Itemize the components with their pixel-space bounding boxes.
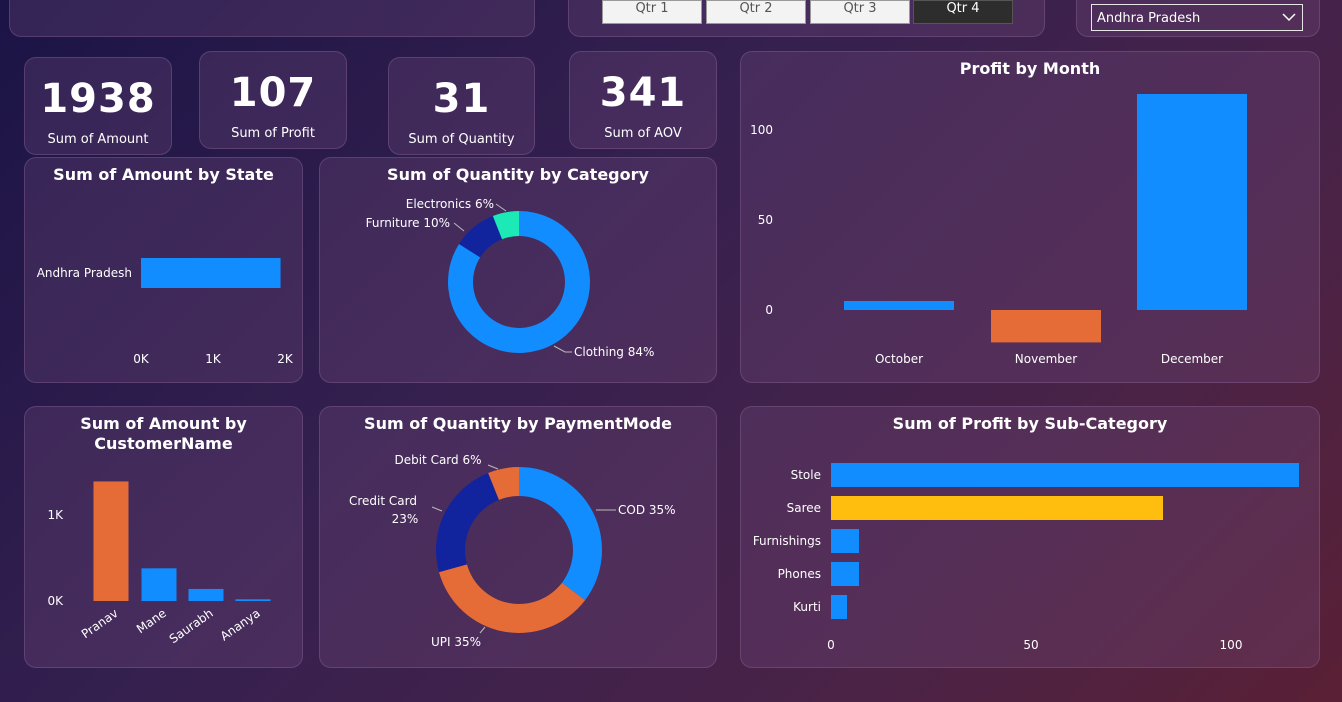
x-tick-label: December xyxy=(1161,352,1223,366)
bar xyxy=(831,595,847,619)
chart-svg: 1K 0K Pranav ManeSaurabh Ananya xyxy=(47,481,271,646)
y-tick-label: 1K xyxy=(47,508,64,522)
bar xyxy=(844,301,954,310)
leader-line xyxy=(487,464,499,470)
category-label: Saree xyxy=(787,501,821,515)
state-dropdown-value: Andhra Pradesh xyxy=(1097,11,1201,26)
slice-label: Electronics 6% xyxy=(406,197,494,211)
donut-slice xyxy=(439,564,586,633)
leader-line xyxy=(431,506,443,512)
y-tick-label: 0K xyxy=(47,594,64,608)
bar xyxy=(141,258,281,288)
bar xyxy=(991,310,1101,343)
slice-label: 23% xyxy=(392,512,419,526)
x-tick-label: 1K xyxy=(205,352,222,366)
x-tick-label: 50 xyxy=(1023,638,1038,652)
kpi-aov-value: 341 xyxy=(599,70,687,116)
chart-svg: 100 50 0 October November December xyxy=(750,94,1247,366)
x-tick-label: October xyxy=(875,352,923,366)
category-label: Stole xyxy=(791,468,821,482)
bar xyxy=(831,562,859,586)
kpi-card-aov: 341 Sum of AOV xyxy=(569,51,717,149)
kpi-quantity-value: 31 xyxy=(432,76,491,122)
kpi-amount-value: 1938 xyxy=(40,76,156,122)
slice-label: Credit Card xyxy=(349,494,417,508)
chart-svg: Clothing 84% Furniture 10% Electronics 6% xyxy=(366,197,655,359)
chart-profit-by-month: Profit by Month 100 50 0 October November Dec… xyxy=(740,51,1320,383)
quarter-button-q2[interactable]: Qtr 2 xyxy=(706,0,806,24)
kpi-aov-label: Sum of AOV xyxy=(604,126,682,141)
slice-label: Clothing 84% xyxy=(574,345,654,359)
y-tick-label: 0 xyxy=(765,303,773,317)
state-dropdown[interactable]: Andhra Pradesh xyxy=(1091,4,1303,31)
category-label: Kurti xyxy=(793,600,821,614)
chart-quantity-by-paymentmode: Sum of Quantity by PaymentMode COD 35% UP… xyxy=(319,406,717,668)
chart-svg: COD 35% UPI 35% Credit Card 23% Debit Card 6… xyxy=(349,453,676,649)
leader-line xyxy=(495,203,507,212)
slice-label: UPI 35% xyxy=(431,635,481,649)
y-tick-label: 100 xyxy=(750,123,773,137)
bar xyxy=(831,496,1163,520)
bar xyxy=(1137,94,1247,310)
chart-svg: Stole Saree Furnishings Phones Kurti 0 50 100 xyxy=(753,463,1299,652)
quarter-button-q4[interactable]: Qtr 4 xyxy=(913,0,1013,24)
chart-quantity-by-category: Sum of Quantity by Category Clothing 84%… xyxy=(319,157,717,383)
quarter-button-q1[interactable]: Qtr 1 xyxy=(602,0,702,24)
x-tick-label: Mane xyxy=(134,606,169,636)
quarter-slicer-panel: Qtr 1 Qtr 2 Qtr 3 Qtr 4 xyxy=(568,0,1045,37)
chevron-down-icon xyxy=(1282,13,1296,22)
y-tick-label: 50 xyxy=(758,213,773,227)
x-tick-label: Pranav xyxy=(79,606,121,641)
kpi-amount-label: Sum of Amount xyxy=(47,132,149,147)
x-tick-label: November xyxy=(1015,352,1077,366)
bar xyxy=(831,529,859,553)
quarter-button-q3[interactable]: Qtr 3 xyxy=(810,0,910,24)
category-label: Furnishings xyxy=(753,534,821,548)
x-tick-label: Ananya xyxy=(218,606,263,643)
x-tick-label: Saurabh xyxy=(167,606,216,646)
top-left-panel xyxy=(9,0,535,37)
donut-slice xyxy=(436,472,499,573)
slice-label: COD 35% xyxy=(618,503,676,517)
x-tick-label: 0K xyxy=(133,352,150,366)
chart-amount-by-state: Sum of Amount by State Andhra Pradesh 0K 1… xyxy=(24,157,303,383)
category-label: Phones xyxy=(778,567,821,581)
bar xyxy=(93,481,129,601)
bar xyxy=(141,568,177,601)
chart-profit-by-subcategory: Sum of Profit by Sub-Category Stole Saree… xyxy=(740,406,1320,668)
chart-amount-by-customer: Sum of Amount by CustomerName 1K 0K Pranav… xyxy=(24,406,303,668)
chart-svg: Andhra Pradesh 0K 1K 2K xyxy=(37,258,294,366)
x-tick-label: 0 xyxy=(827,638,835,652)
leader-line xyxy=(479,626,486,634)
kpi-profit-label: Sum of Profit xyxy=(231,126,315,141)
x-tick-label: 2K xyxy=(277,352,294,366)
x-tick-label: 100 xyxy=(1220,638,1243,652)
bar xyxy=(831,463,1299,487)
leader-line xyxy=(553,345,572,353)
bar xyxy=(188,588,224,601)
kpi-card-amount: 1938 Sum of Amount xyxy=(24,57,172,155)
donut-slice xyxy=(519,467,602,601)
category-label: Andhra Pradesh xyxy=(37,266,132,280)
kpi-quantity-label: Sum of Quantity xyxy=(408,132,515,147)
bar xyxy=(235,599,271,601)
slice-label: Furniture 10% xyxy=(366,216,450,230)
leader-line xyxy=(453,222,465,232)
kpi-card-profit: 107 Sum of Profit xyxy=(199,51,347,149)
kpi-profit-value: 107 xyxy=(229,70,317,116)
slice-label: Debit Card 6% xyxy=(394,453,481,467)
kpi-card-quantity: 31 Sum of Quantity xyxy=(388,57,535,155)
